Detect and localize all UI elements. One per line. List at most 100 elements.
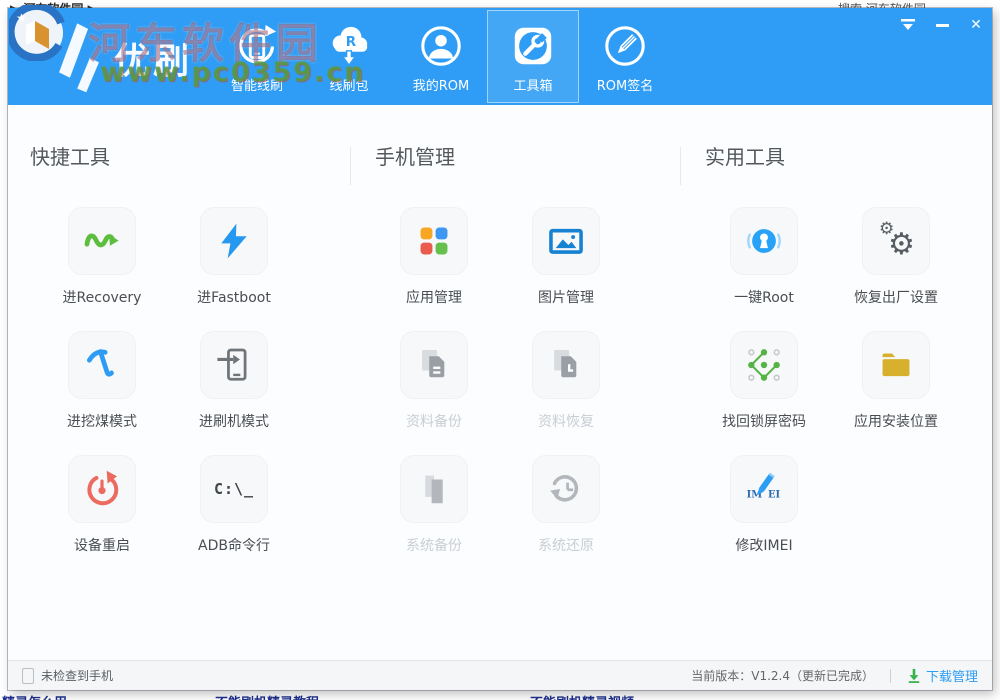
- phone-status-icon: [22, 668, 34, 684]
- background-page-bottom-strip: 精灵怎么用 不能刷机精灵教程 不能刷机精灵视频: [0, 690, 1000, 700]
- doc-restore-icon: [547, 346, 585, 384]
- download-manager-link[interactable]: 下载管理: [907, 666, 978, 685]
- tool-label: 设备重启: [74, 535, 130, 555]
- tool-tile: [68, 331, 136, 399]
- tab-label: 线刷包: [329, 75, 368, 94]
- section-title: 手机管理: [375, 143, 680, 171]
- pattern-lock-icon: [745, 346, 783, 384]
- tool-tile: [862, 331, 930, 399]
- tab-toolbox[interactable]: 工具箱: [487, 10, 579, 103]
- tool-system-restore: 系统还原: [500, 455, 632, 579]
- tool-tile: ⚙ ⚙: [862, 207, 930, 275]
- tool-tile: [730, 331, 798, 399]
- root-keyhole-icon: [745, 222, 783, 260]
- pencil-circle-icon: [602, 23, 648, 69]
- background-link: 不能刷机精灵教程: [215, 692, 319, 700]
- recovery-squiggle-icon: [83, 222, 121, 260]
- main-nav: 智能线刷 R 线刷包: [211, 10, 671, 103]
- header-bar[interactable]: 优刷 智能线刷: [8, 8, 992, 105]
- tool-modify-imei[interactable]: IM EI 修改IMEI: [698, 455, 830, 579]
- status-bar: 未检查到手机 当前版本：V1.2.4（更新已完成） 下载管理: [8, 660, 992, 690]
- tool-grid: 进Recovery 进Fastboot: [36, 207, 350, 579]
- version-text: 当前版本：V1.2.4（更新已完成）: [691, 667, 874, 684]
- tool-enter-recovery[interactable]: 进Recovery: [36, 207, 168, 331]
- cloud-rom-icon: R: [326, 23, 372, 69]
- user-circle-icon: [418, 23, 464, 69]
- doc-backup-icon: [415, 346, 453, 384]
- tool-tile: [532, 207, 600, 275]
- tool-app-install-location[interactable]: 应用安装位置: [830, 331, 962, 455]
- close-button[interactable]: ✕: [964, 15, 988, 35]
- app-name: 优刷: [114, 32, 192, 84]
- tool-label: 应用安装位置: [854, 411, 938, 431]
- background-search-text: 搜索 河东软件园: [838, 0, 926, 8]
- tool-tile: [400, 331, 468, 399]
- tool-label: 进Fastboot: [197, 287, 271, 307]
- tool-one-key-root[interactable]: 一键Root: [698, 207, 830, 331]
- gears-icon: ⚙ ⚙: [876, 221, 916, 261]
- tool-picture-management[interactable]: 图片管理: [500, 207, 632, 331]
- tool-tile: [400, 455, 468, 523]
- tool-factory-reset[interactable]: ⚙ ⚙ 恢复出厂设置: [830, 207, 962, 331]
- tab-label: 我的ROM: [413, 75, 469, 94]
- minimize-button[interactable]: [930, 15, 954, 35]
- tool-label: 恢复出厂设置: [854, 287, 938, 307]
- tool-tile: [532, 331, 600, 399]
- lightning-icon: [215, 222, 253, 260]
- system-backup-icon: [415, 470, 453, 508]
- section-phone-management: 手机管理 应用管理: [350, 143, 680, 579]
- tool-label: 进Recovery: [63, 287, 142, 307]
- tab-rom-sign[interactable]: ROM签名: [579, 10, 671, 103]
- toolbox-panel: 快捷工具 进Recovery: [8, 105, 992, 660]
- tool-adb-command-line[interactable]: C:\_ ADB命令行: [168, 455, 300, 579]
- tool-label: ADB命令行: [198, 535, 270, 555]
- folder-icon: [877, 346, 915, 384]
- tool-label: 修改IMEI: [735, 535, 792, 555]
- download-manager-label: 下载管理: [926, 666, 978, 685]
- tool-enter-flash-mode[interactable]: 进刷机模式: [168, 331, 300, 455]
- svg-text:EI: EI: [768, 490, 781, 501]
- tool-label: 找回锁屏密码: [722, 411, 806, 431]
- tool-label: 一键Root: [734, 287, 794, 307]
- background-link: 精灵怎么用: [2, 692, 67, 700]
- tool-tile: [68, 207, 136, 275]
- tool-label: 系统还原: [538, 535, 594, 555]
- background-page-top-strip: ▶ 河东软件园 ▶ 搜索 河东软件园: [0, 0, 1000, 8]
- tool-app-management[interactable]: 应用管理: [368, 207, 500, 331]
- background-link: 不能刷机精灵视频: [530, 692, 634, 700]
- tab-smart-flash[interactable]: 智能线刷: [211, 10, 303, 103]
- tool-data-restore: 资料恢复: [500, 331, 632, 455]
- phone-flash-icon: [215, 346, 253, 384]
- section-title: 快捷工具: [30, 143, 350, 171]
- window-controls: ✕: [896, 15, 988, 35]
- tab-label: 工具箱: [513, 75, 552, 94]
- tool-tile: [200, 207, 268, 275]
- minimize-icon: [936, 24, 949, 27]
- imei-pencil-icon: IM EI: [745, 470, 783, 508]
- tab-flash-package[interactable]: R 线刷包: [303, 10, 395, 103]
- tab-my-rom[interactable]: 我的ROM: [395, 10, 487, 103]
- skin-menu-icon: [900, 19, 916, 31]
- tool-label: 资料恢复: [538, 411, 594, 431]
- picture-icon: [547, 222, 585, 260]
- divider: [890, 669, 891, 683]
- tool-grid: 一键Root ⚙ ⚙ 恢复出厂设置: [698, 207, 992, 579]
- tool-grid: 应用管理 图片管理: [368, 207, 680, 579]
- tool-enter-fastboot[interactable]: 进Fastboot: [168, 207, 300, 331]
- system-restore-icon: [547, 470, 585, 508]
- tool-tile: IM EI: [730, 455, 798, 523]
- tab-label: ROM签名: [597, 75, 653, 94]
- skin-menu-button[interactable]: [896, 15, 920, 35]
- tool-label: 进刷机模式: [199, 411, 269, 431]
- tool-enter-download-mode[interactable]: 进挖煤模式: [36, 331, 168, 455]
- app-window: 优刷 智能线刷: [8, 8, 992, 690]
- tool-device-restart[interactable]: 设备重启: [36, 455, 168, 579]
- tool-recover-lock-password[interactable]: 找回锁屏密码: [698, 331, 830, 455]
- tool-label: 资料备份: [406, 411, 462, 431]
- section-practical-tools: 实用工具: [680, 143, 992, 579]
- watermark-site-logo-icon: ★: [9, 5, 65, 61]
- section-title: 实用工具: [705, 143, 992, 171]
- tool-tile: [532, 455, 600, 523]
- tool-tile: [730, 207, 798, 275]
- tool-tile: [68, 455, 136, 523]
